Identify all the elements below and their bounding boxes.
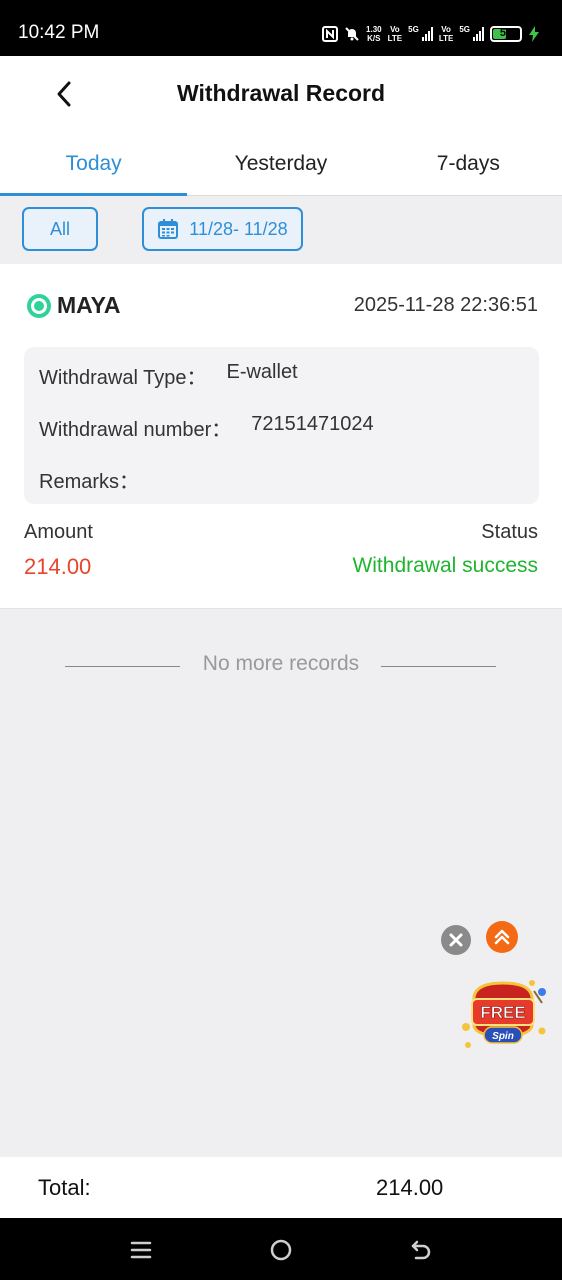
free-spin-badge-icon: FREE Spin [462,980,546,1048]
status-label: Status [481,521,538,543]
battery-icon: 55 [490,26,522,42]
remarks-label: Remarks： [39,471,140,493]
volte-badge-1: Vo LTE [388,25,403,43]
page-title: Withdrawal Record [176,80,386,106]
remarks-row: Remarks： [39,465,159,494]
list-end-text: No more records [202,652,360,675]
withdrawal-type-value: E-wallet [226,361,298,383]
status-icons: 1.30 K/S Vo LTE 5G Vo LTE 5G 55 [322,22,540,46]
date-tabs: Today Yesterday 7-days [0,132,562,196]
status-time: 10:42 PM [18,22,100,43]
nfc-icon [322,26,339,42]
battery-level: 55 [499,27,513,39]
tab-yesterday[interactable]: Yesterday [187,132,374,195]
withdrawal-type-label: Withdrawal Type： [39,367,207,389]
withdrawal-number-label: Withdrawal number： [39,419,232,441]
lte-label-2: LTE [438,34,454,43]
vo-label: Vo [390,25,400,34]
maya-logo-icon [27,293,51,318]
nav-menu-button[interactable] [127,1236,155,1264]
withdrawal-number-value: 72151471024 [251,413,374,435]
filter-all-button[interactable]: All [22,207,98,251]
status-value: Withdrawal success [352,554,538,577]
app-header: Withdrawal Record [0,56,562,132]
back-arrow-icon [411,1240,431,1260]
calendar-icon [158,219,179,239]
net-speed: 1.30 K/S [366,25,382,43]
provider: MAYA [26,292,121,319]
record-details: Withdrawal Type： E-wallet Withdrawal num… [24,347,539,504]
signal-icon-2 [473,27,484,41]
free-spin-word1: FREE [480,1003,525,1022]
network-type-1: 5G [408,24,419,34]
nav-home-button[interactable] [267,1236,295,1264]
network-type-2: 5G [459,24,470,34]
vo-label-2: Vo [441,25,451,34]
home-circle-icon [270,1239,292,1261]
filter-row: All 11/28- 11/28 [0,196,562,264]
tab-7-days[interactable]: 7-days [375,132,562,195]
amount-label: Amount [24,521,93,543]
record-datetime: 2025-11-28 22:36:51 [353,294,538,316]
total-bar: Total: 214.00 [0,1157,562,1218]
double-chevron-up-icon [494,929,510,945]
withdrawal-type-row: Withdrawal Type： E-wallet [39,361,298,390]
menu-icon [130,1241,152,1259]
signal-icon [421,27,433,41]
lte-label: LTE [387,34,403,43]
tab-today[interactable]: Today [0,132,188,196]
list-end-indicator: No more records [0,652,562,682]
total-label: Total: [38,1175,91,1200]
total-value: 214.00 [376,1175,444,1200]
withdrawal-record-card[interactable]: MAYA 2025-11-28 22:36:51 Withdrawal Type… [0,264,562,609]
status-bar: 10:42 PM 1.30 K/S Vo LTE 5G Vo LTE 5G 55 [0,0,562,56]
date-range-label: 11/28- 11/28 [189,218,288,239]
scroll-top-button[interactable] [486,921,518,953]
net-speed-value: 1.30 [366,25,382,34]
withdrawal-number-row: Withdrawal number： 72151471024 [39,413,374,442]
close-float-button[interactable] [441,925,471,955]
provider-name: MAYA [57,292,121,318]
volte-badge-2: Vo LTE [439,25,454,43]
charging-bolt-icon [529,26,539,42]
nav-back-button[interactable] [407,1236,435,1264]
free-spin-button[interactable]: FREE Spin [458,975,548,1053]
mute-bell-icon [345,27,359,41]
divider-right [381,666,496,667]
date-range-button[interactable]: 11/28- 11/28 [142,207,303,251]
system-nav-bar [0,1218,562,1280]
close-icon [449,933,463,947]
net-speed-unit: K/S [367,34,381,43]
amount-value: 214.00 [24,554,92,579]
free-spin-word2: Spin [492,1031,514,1042]
